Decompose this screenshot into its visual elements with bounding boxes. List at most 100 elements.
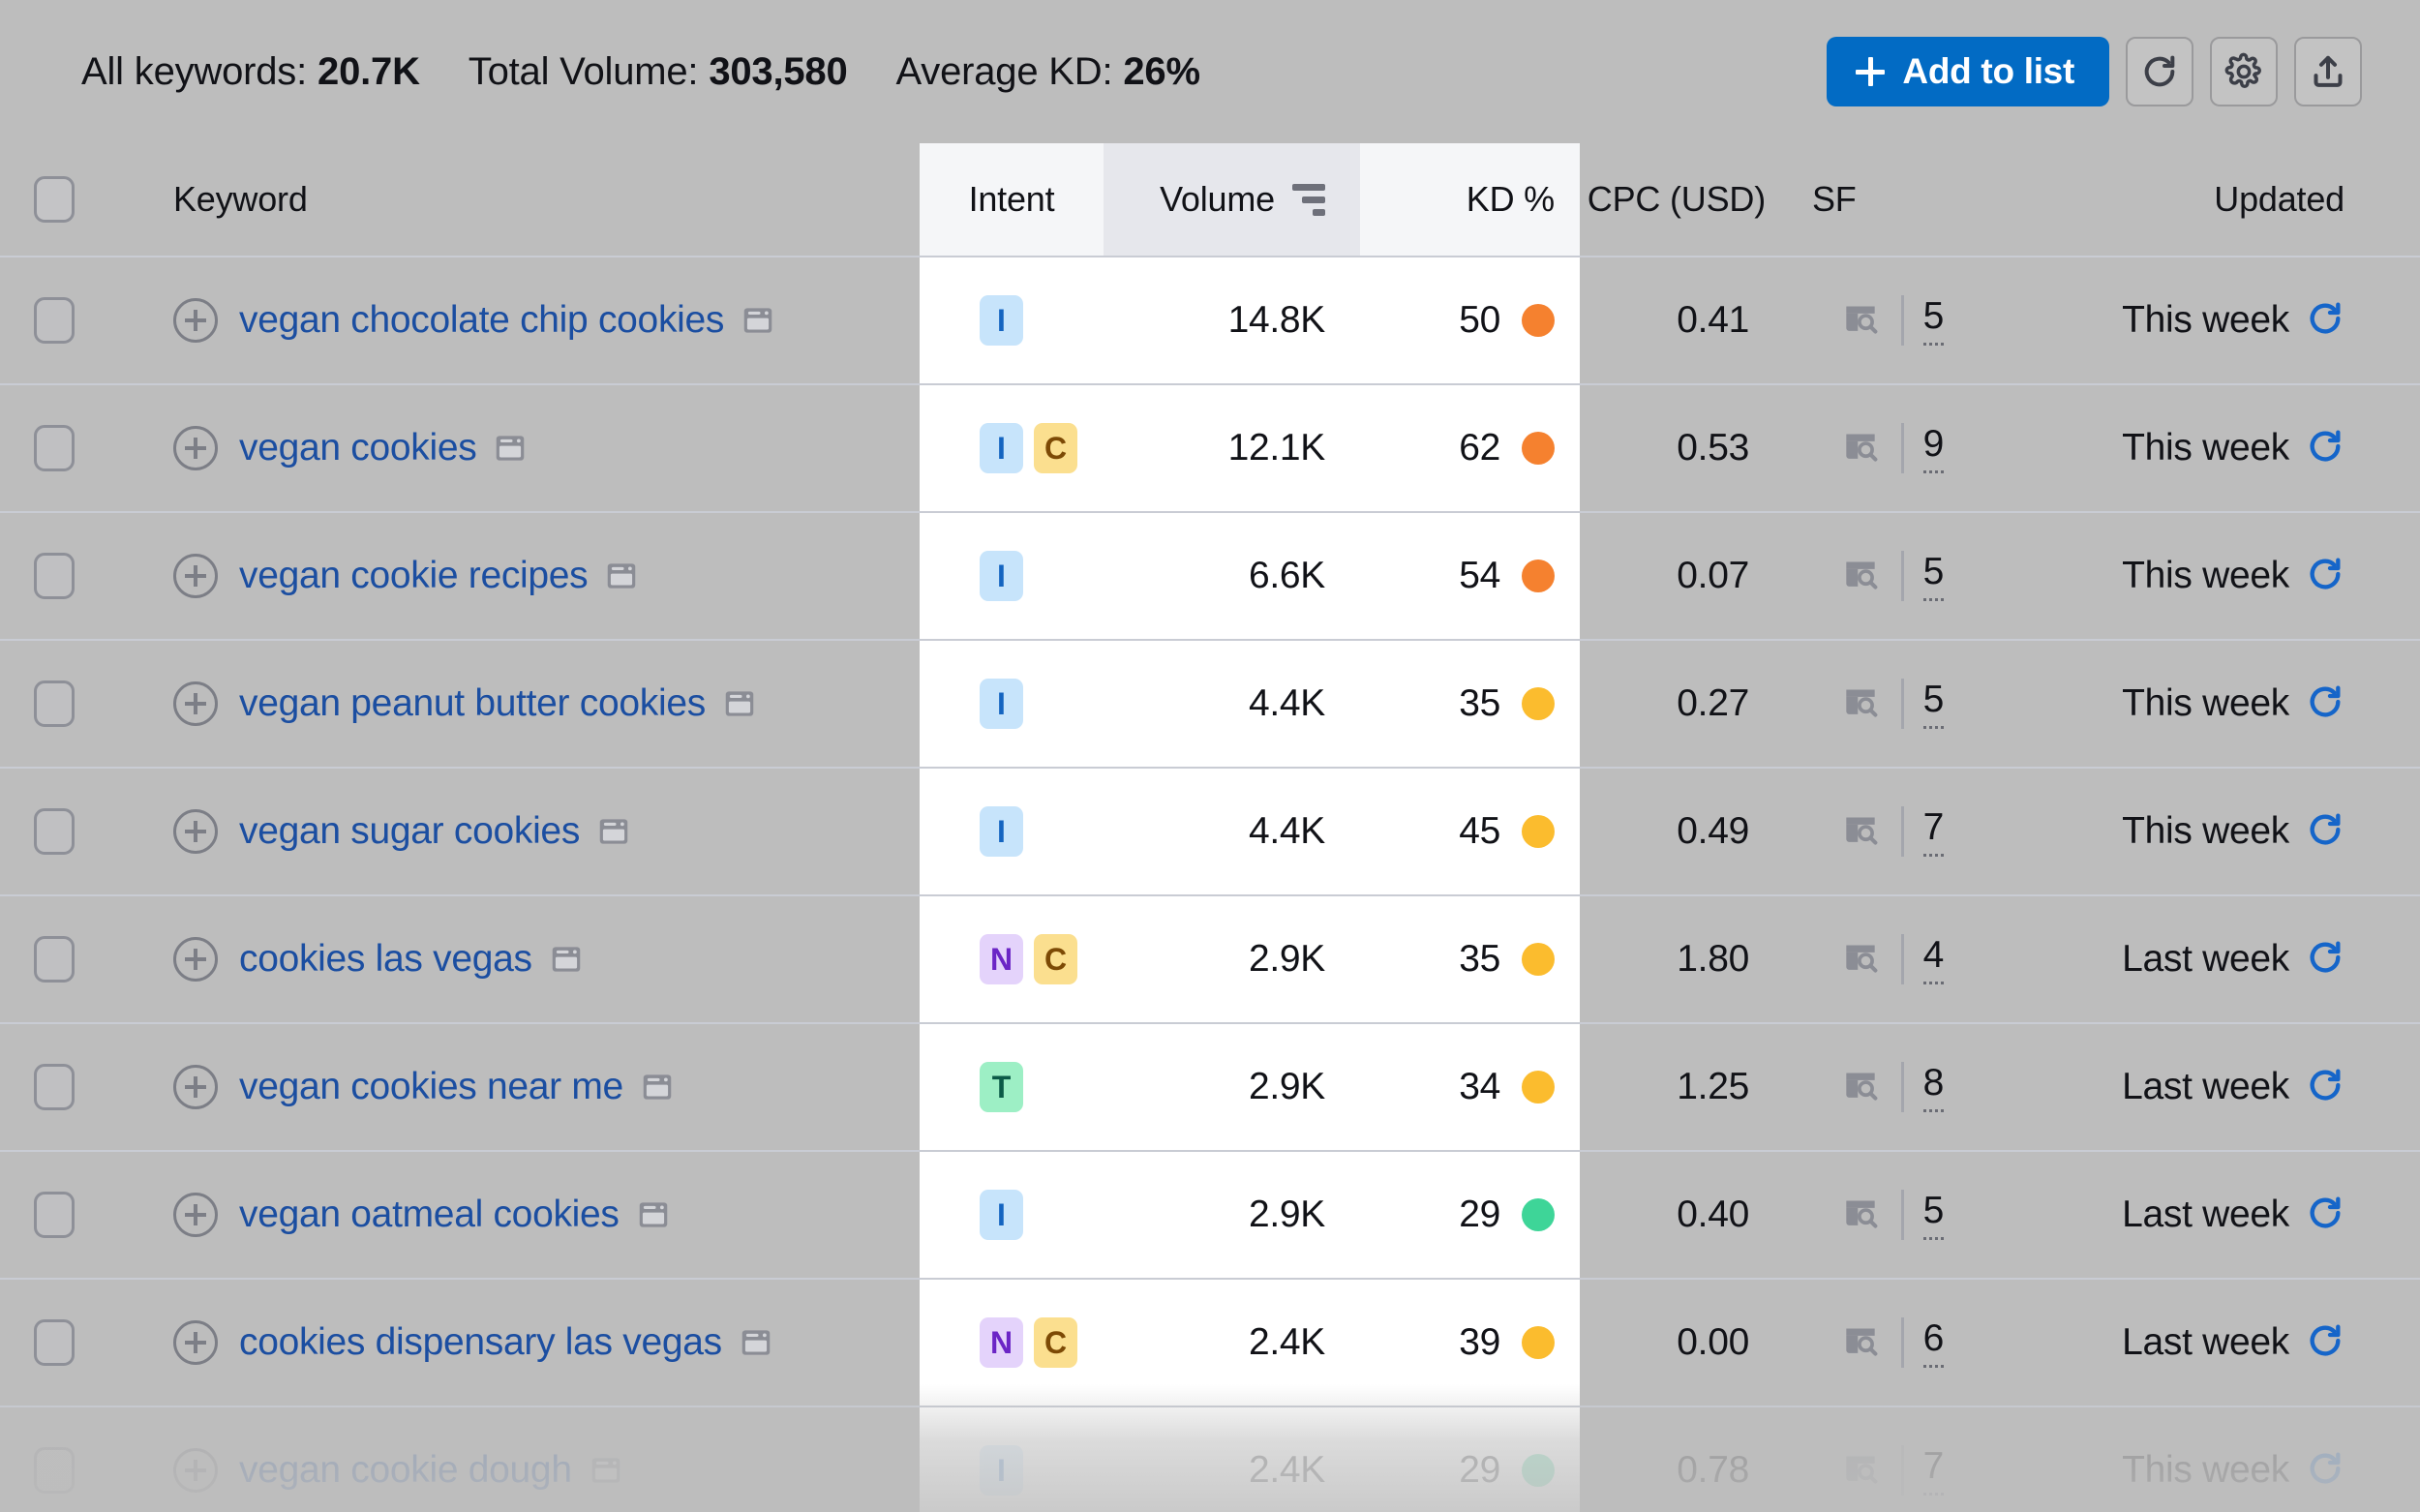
select-all-checkbox[interactable] (34, 176, 75, 223)
row-refresh-icon[interactable] (2306, 810, 2344, 854)
sf-value[interactable]: 8 (1922, 1062, 1945, 1112)
table-row[interactable]: vegan cookie dough I 2.4K 29 0.78 7 This… (0, 1407, 2420, 1512)
row-checkbox[interactable] (34, 425, 75, 471)
intent-badge-i[interactable]: I (980, 679, 1023, 729)
add-keyword-icon[interactable] (173, 1448, 218, 1493)
row-refresh-icon[interactable] (2306, 427, 2344, 470)
row-refresh-icon[interactable] (2306, 682, 2344, 726)
serp-features-icon[interactable] (1839, 936, 1882, 983)
keyword-link[interactable]: vegan peanut butter cookies (239, 682, 706, 725)
sf-value[interactable]: 5 (1922, 295, 1945, 346)
header-keyword[interactable]: Keyword (108, 179, 920, 220)
table-row[interactable]: cookies las vegas NC 2.9K 35 1.80 4 Last… (0, 896, 2420, 1024)
serp-preview-icon[interactable] (721, 685, 758, 722)
row-checkbox[interactable] (34, 680, 75, 727)
sf-value[interactable]: 4 (1922, 934, 1945, 984)
sf-value[interactable]: 7 (1922, 1445, 1945, 1496)
serp-preview-icon[interactable] (635, 1196, 672, 1233)
row-checkbox[interactable] (34, 1064, 75, 1110)
header-kd[interactable]: KD % (1360, 179, 1580, 220)
add-keyword-icon[interactable] (173, 937, 218, 982)
intent-badge-c[interactable]: C (1034, 934, 1077, 984)
keyword-link[interactable]: vegan cookies near me (239, 1066, 623, 1108)
table-row[interactable]: vegan sugar cookies I 4.4K 45 0.49 7 Thi… (0, 769, 2420, 896)
row-refresh-icon[interactable] (2306, 1194, 2344, 1237)
intent-badge-i[interactable]: I (980, 1445, 1023, 1496)
table-row[interactable]: vegan cookie recipes I 6.6K 54 0.07 5 Th… (0, 513, 2420, 641)
serp-preview-icon[interactable] (603, 558, 640, 594)
serp-preview-icon[interactable] (595, 813, 632, 850)
sf-value[interactable]: 5 (1922, 1190, 1945, 1240)
add-keyword-icon[interactable] (173, 681, 218, 726)
intent-badge-i[interactable]: I (980, 423, 1023, 473)
row-checkbox[interactable] (34, 1319, 75, 1366)
intent-badge-i[interactable]: I (980, 551, 1023, 601)
serp-preview-icon[interactable] (548, 941, 585, 978)
sf-value[interactable]: 5 (1922, 551, 1945, 601)
serp-features-icon[interactable] (1839, 1319, 1882, 1367)
intent-badge-c[interactable]: C (1034, 1317, 1077, 1368)
row-refresh-icon[interactable] (2306, 1321, 2344, 1365)
keyword-link[interactable]: vegan cookies (239, 427, 477, 469)
add-keyword-icon[interactable] (173, 1065, 218, 1109)
row-checkbox[interactable] (34, 1192, 75, 1238)
intent-badge-c[interactable]: C (1034, 423, 1077, 473)
row-refresh-icon[interactable] (2306, 555, 2344, 598)
sf-value[interactable]: 5 (1922, 679, 1945, 729)
table-row[interactable]: vegan chocolate chip cookies I 14.8K 50 … (0, 257, 2420, 385)
intent-badge-t[interactable]: T (980, 1062, 1023, 1112)
serp-features-icon[interactable] (1839, 553, 1882, 600)
add-keyword-icon[interactable] (173, 426, 218, 470)
serp-preview-icon[interactable] (588, 1452, 624, 1489)
refresh-button[interactable] (2126, 37, 2193, 106)
keyword-link[interactable]: vegan oatmeal cookies (239, 1194, 620, 1236)
table-row[interactable]: vegan peanut butter cookies I 4.4K 35 0.… (0, 641, 2420, 769)
add-keyword-icon[interactable] (173, 1320, 218, 1365)
add-keyword-icon[interactable] (173, 554, 218, 598)
intent-badge-n[interactable]: N (980, 934, 1023, 984)
export-button[interactable] (2294, 37, 2362, 106)
table-row[interactable]: vegan oatmeal cookies I 2.9K 29 0.40 5 L… (0, 1152, 2420, 1280)
intent-badge-n[interactable]: N (980, 1317, 1023, 1368)
keyword-link[interactable]: vegan chocolate chip cookies (239, 299, 724, 342)
row-refresh-icon[interactable] (2306, 1066, 2344, 1109)
add-keyword-icon[interactable] (173, 809, 218, 854)
table-row[interactable]: vegan cookies near me T 2.9K 34 1.25 8 L… (0, 1024, 2420, 1152)
row-checkbox[interactable] (34, 808, 75, 855)
header-updated[interactable]: Updated (1979, 179, 2401, 220)
sf-value[interactable]: 6 (1922, 1317, 1945, 1368)
intent-badge-i[interactable]: I (980, 295, 1023, 346)
keyword-link[interactable]: vegan cookie recipes (239, 555, 589, 597)
row-refresh-icon[interactable] (2306, 299, 2344, 343)
header-volume[interactable]: Volume (1104, 179, 1360, 220)
sf-value[interactable]: 9 (1922, 423, 1945, 473)
keyword-link[interactable]: vegan cookie dough (239, 1449, 572, 1492)
serp-preview-icon[interactable] (639, 1069, 676, 1105)
serp-features-icon[interactable] (1839, 1447, 1882, 1495)
keyword-link[interactable]: cookies dispensary las vegas (239, 1321, 722, 1364)
row-checkbox[interactable] (34, 553, 75, 599)
row-refresh-icon[interactable] (2306, 1449, 2344, 1493)
serp-features-icon[interactable] (1839, 1192, 1882, 1239)
header-cpc[interactable]: CPC (USD) (1580, 179, 1804, 220)
keyword-link[interactable]: vegan sugar cookies (239, 810, 580, 853)
serp-preview-icon[interactable] (740, 302, 776, 339)
add-to-list-button[interactable]: Add to list (1827, 37, 2109, 106)
add-keyword-icon[interactable] (173, 298, 218, 343)
settings-button[interactable] (2210, 37, 2278, 106)
serp-preview-icon[interactable] (492, 430, 529, 467)
header-intent[interactable]: Intent (920, 179, 1104, 220)
row-refresh-icon[interactable] (2306, 938, 2344, 982)
header-sf[interactable]: SF (1804, 179, 1979, 220)
row-checkbox[interactable] (34, 297, 75, 344)
serp-features-icon[interactable] (1839, 680, 1882, 728)
keyword-link[interactable]: cookies las vegas (239, 938, 532, 981)
table-row[interactable]: vegan cookies IC 12.1K 62 0.53 9 This we… (0, 385, 2420, 513)
serp-features-icon[interactable] (1839, 425, 1882, 472)
table-row[interactable]: cookies dispensary las vegas NC 2.4K 39 … (0, 1280, 2420, 1407)
row-checkbox[interactable] (34, 936, 75, 983)
intent-badge-i[interactable]: I (980, 806, 1023, 857)
sf-value[interactable]: 7 (1922, 806, 1945, 857)
serp-features-icon[interactable] (1839, 1064, 1882, 1111)
intent-badge-i[interactable]: I (980, 1190, 1023, 1240)
